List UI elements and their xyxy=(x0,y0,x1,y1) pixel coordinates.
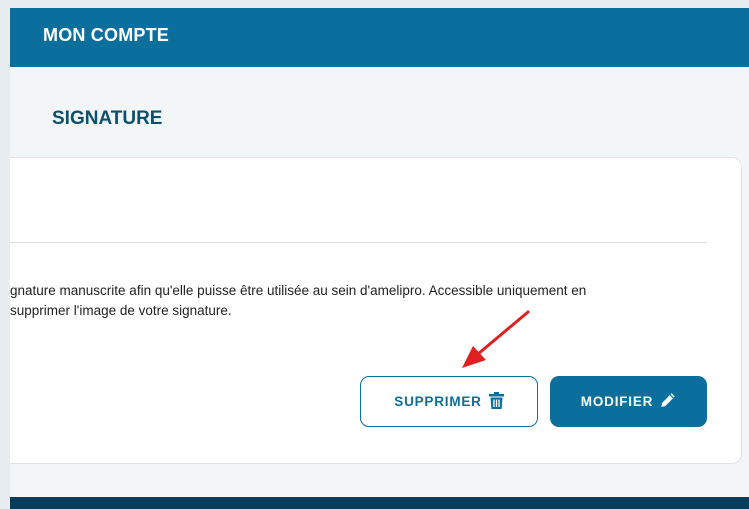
signature-description: gnature manuscrite afin qu'elle puisse ê… xyxy=(10,281,715,321)
footer-bar xyxy=(10,497,749,509)
description-line-1: gnature manuscrite afin qu'elle puisse ê… xyxy=(10,283,587,298)
section-title: SIGNATURE xyxy=(52,108,163,129)
modify-button-label: MODIFIER xyxy=(580,394,654,409)
trash-icon xyxy=(488,391,504,412)
card-divider xyxy=(10,242,707,243)
header-title: MON COMPTE xyxy=(43,25,169,45)
left-frame xyxy=(0,0,10,509)
description-line-2: supprimer l'image de votre signature. xyxy=(10,303,232,318)
modify-button[interactable]: MODIFIER xyxy=(550,376,707,427)
delete-button[interactable]: SUPPRIMER xyxy=(360,376,538,427)
pencil-icon xyxy=(660,392,676,411)
header-bar: MON COMPTE xyxy=(10,8,749,67)
delete-button-label: SUPPRIMER xyxy=(394,394,482,409)
